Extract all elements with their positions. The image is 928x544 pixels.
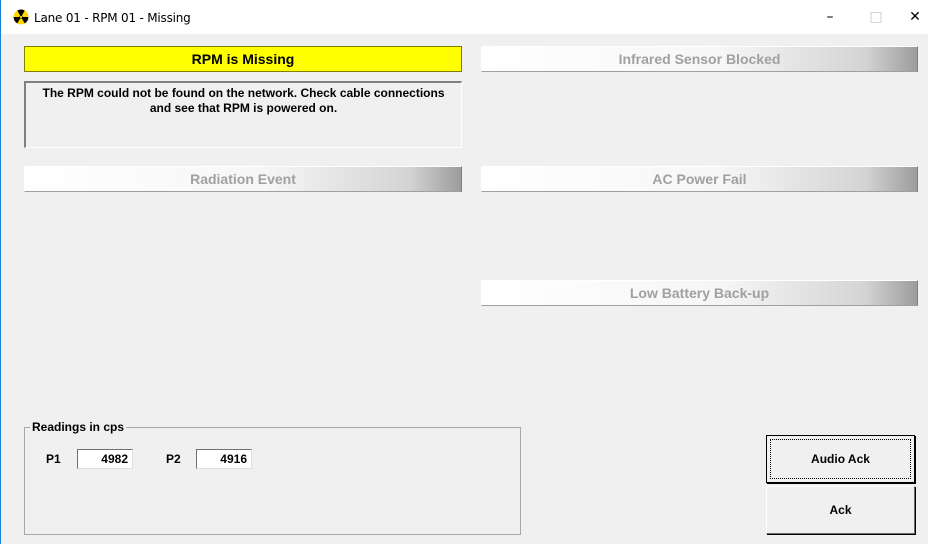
p1-label: P1 xyxy=(46,452,61,466)
alarm-message-box: The RPM could not be found on the networ… xyxy=(24,81,462,148)
readings-group-title: Readings in cps xyxy=(30,420,127,434)
ac-power-fail-indicator[interactable]: AC Power Fail xyxy=(481,166,918,192)
radiation-icon xyxy=(13,9,29,25)
infrared-sensor-blocked-indicator[interactable]: Infrared Sensor Blocked xyxy=(481,46,918,72)
p2-label: P2 xyxy=(166,452,181,466)
ack-button[interactable]: Ack xyxy=(766,486,915,534)
title-bar[interactable]: Lane 01 - RPM 01 - Missing – □ ✕ xyxy=(1,0,928,34)
window-title: Lane 01 - RPM 01 - Missing xyxy=(34,11,191,25)
rpm-window: Lane 01 - RPM 01 - Missing – □ ✕ RPM is … xyxy=(0,0,928,544)
rpm-missing-indicator[interactable]: RPM is Missing xyxy=(24,46,462,72)
audio-ack-button[interactable]: Audio Ack xyxy=(766,435,915,483)
p1-value-field: 4982 xyxy=(77,449,133,469)
low-battery-indicator[interactable]: Low Battery Back-up xyxy=(481,280,918,306)
p2-value-field: 4916 xyxy=(196,449,252,469)
readings-group xyxy=(24,427,521,535)
radiation-event-indicator[interactable]: Radiation Event xyxy=(24,166,462,192)
message-line-2: and see that RPM is powered on. xyxy=(149,101,338,115)
message-line-1: The RPM could not be found on the networ… xyxy=(42,86,445,100)
close-button[interactable]: ✕ xyxy=(892,0,928,34)
minimize-button[interactable]: – xyxy=(807,0,853,34)
